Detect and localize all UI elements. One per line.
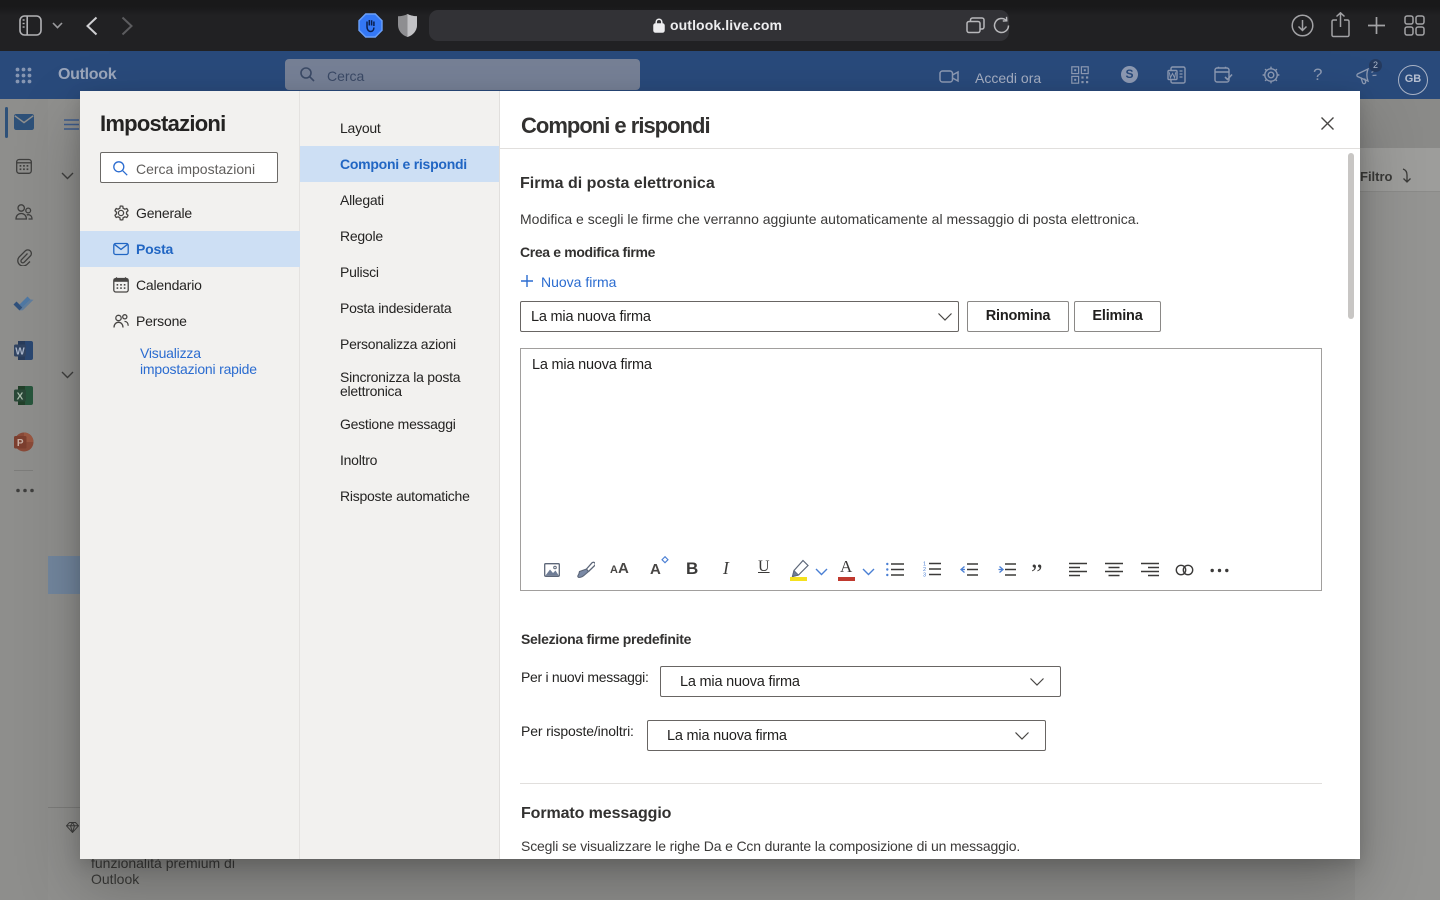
svg-text:3: 3	[923, 573, 926, 578]
svg-text:P: P	[17, 438, 24, 449]
svg-text:X: X	[17, 392, 24, 403]
svg-text:W: W	[15, 347, 25, 358]
